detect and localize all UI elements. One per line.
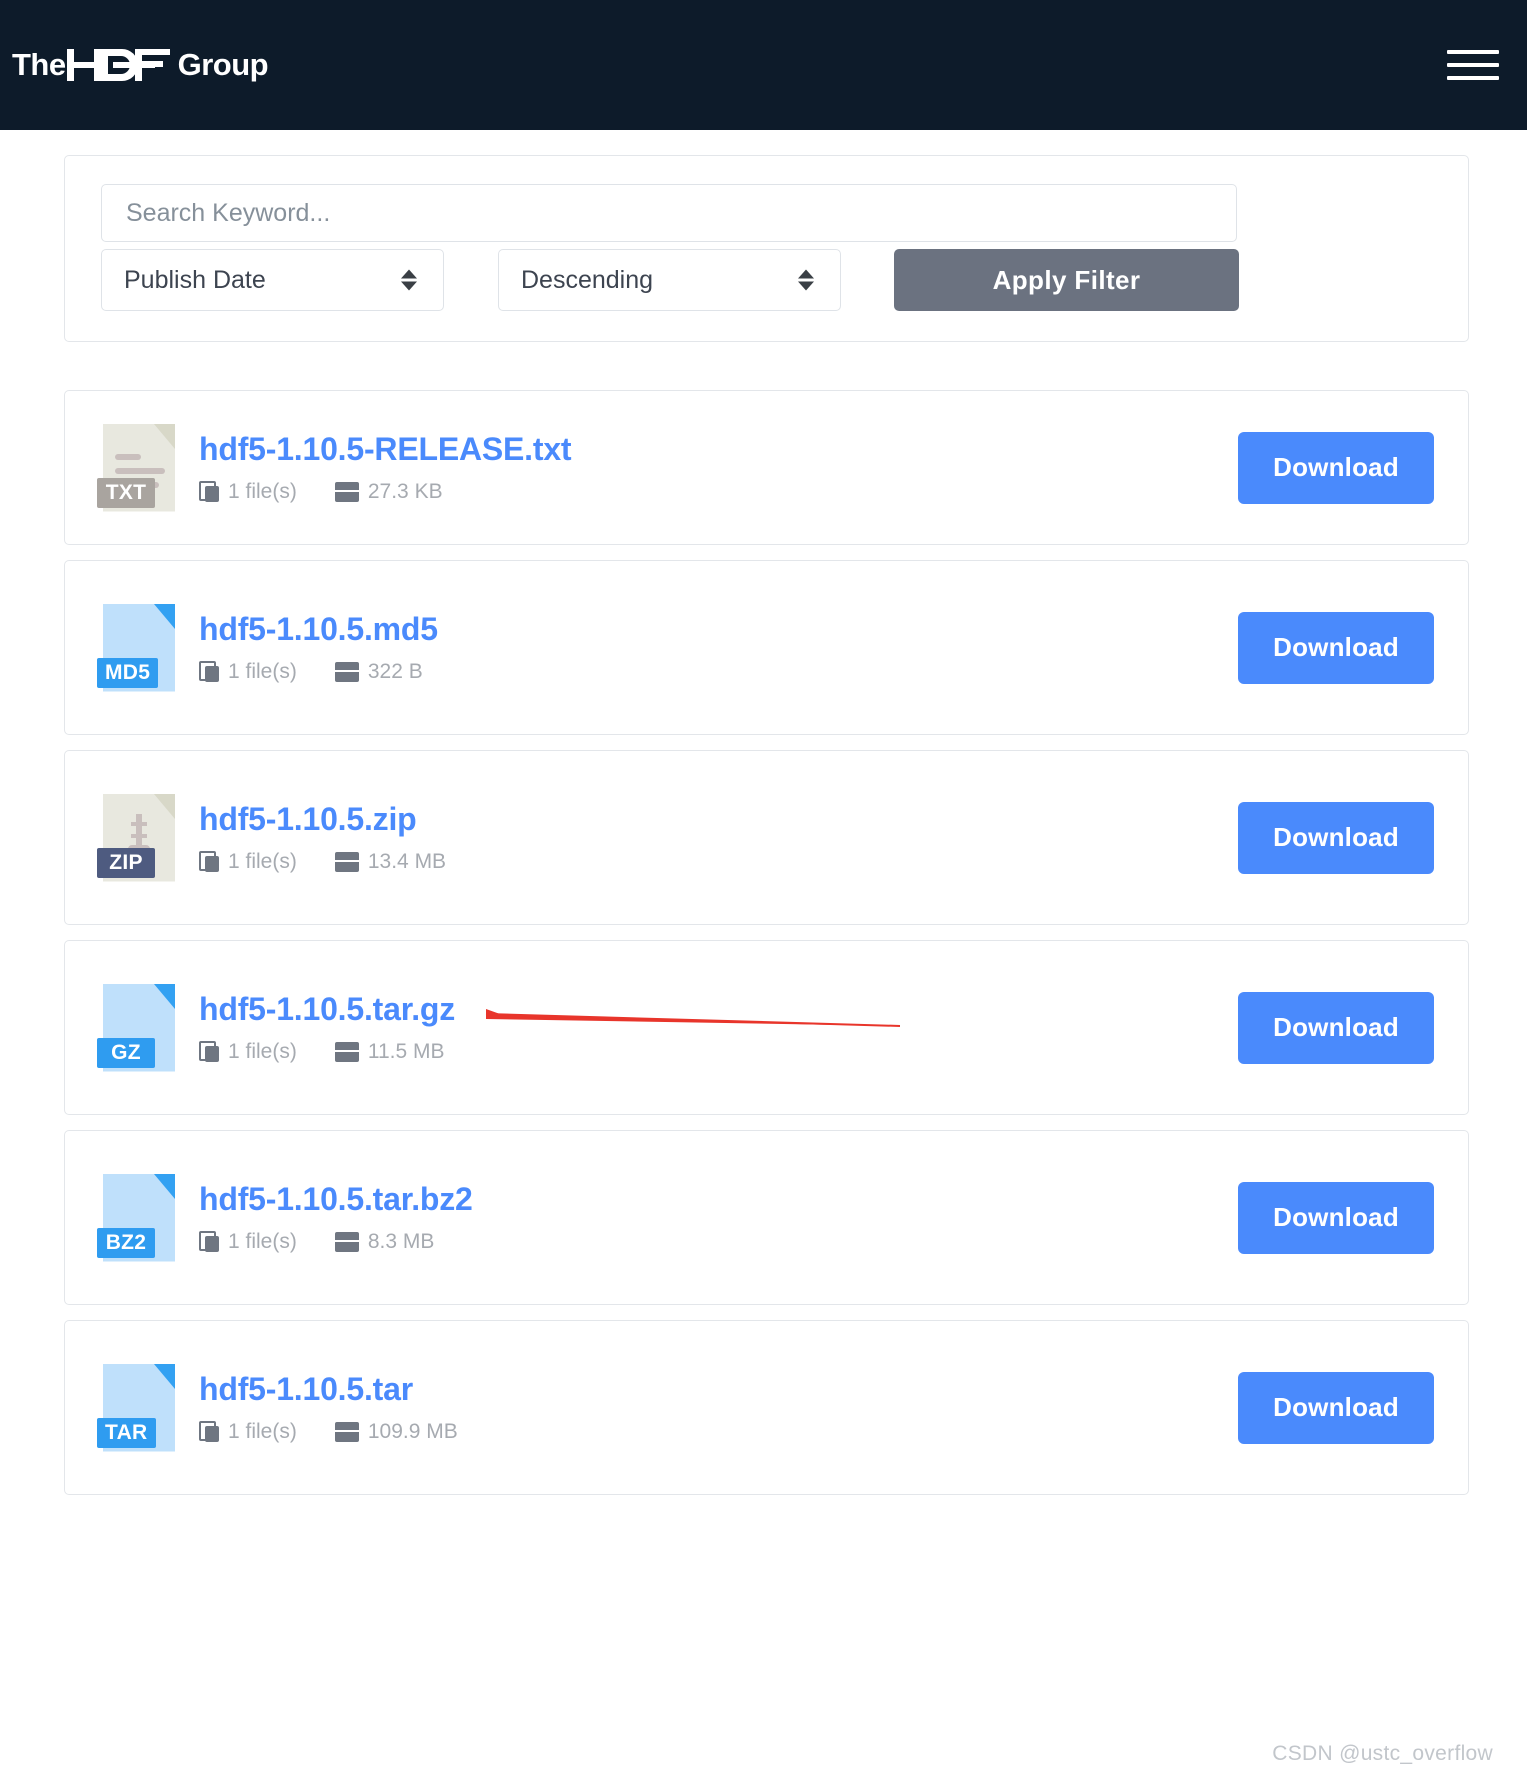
file-size-text: 13.4 MB bbox=[367, 849, 447, 873]
file-type-badge: TAR bbox=[97, 1417, 156, 1448]
file-info: hdf5-1.10.5.tar 1 file(s) 109.9 MB bbox=[199, 1371, 1238, 1444]
file-name-link[interactable]: hdf5-1.10.5.tar.bz2 bbox=[199, 1181, 1238, 1218]
file-row[interactable]: GZ hdf5-1.10.5.tar.gz 1 file(s) 11.5 MB … bbox=[64, 940, 1469, 1115]
file-size-text: 8.3 MB bbox=[367, 1229, 435, 1253]
file-name-link[interactable]: hdf5-1.10.5.zip bbox=[199, 801, 1238, 838]
logo-text-group: Group bbox=[177, 47, 269, 82]
file-row[interactable]: MD5 hdf5-1.10.5.md5 1 file(s) 322 B Down… bbox=[64, 560, 1469, 735]
file-size-meta: 13.4 MB bbox=[334, 849, 447, 874]
sort-order-value: Descending bbox=[521, 265, 654, 294]
file-count-text: 1 file(s) bbox=[228, 1419, 297, 1443]
file-size-text: 11.5 MB bbox=[367, 1039, 445, 1063]
files-icon bbox=[199, 851, 219, 873]
chevron-updown-icon bbox=[401, 269, 417, 291]
files-icon bbox=[199, 1041, 219, 1063]
drive-icon bbox=[334, 1231, 359, 1252]
drive-icon bbox=[334, 1421, 359, 1442]
file-list: TXT hdf5-1.10.5-RELEASE.txt 1 file(s) 27… bbox=[64, 390, 1469, 1495]
hamburger-menu-icon[interactable] bbox=[1447, 44, 1499, 86]
file-count-text: 1 file(s) bbox=[228, 479, 297, 503]
file-row[interactable]: TXT hdf5-1.10.5-RELEASE.txt 1 file(s) 27… bbox=[64, 390, 1469, 545]
filter-controls-row: Publish Date Descending Apply Filter bbox=[101, 249, 1432, 311]
file-size-text: 27.3 KB bbox=[367, 479, 443, 503]
file-row[interactable]: TAR hdf5-1.10.5.tar 1 file(s) 109.9 MB D… bbox=[64, 1320, 1469, 1495]
file-meta: 1 file(s) 109.9 MB bbox=[199, 1420, 1238, 1444]
logo-text-the: The bbox=[12, 47, 66, 82]
file-size-meta: 322 B bbox=[334, 659, 423, 684]
file-info: hdf5-1.10.5.zip 1 file(s) 13.4 MB bbox=[199, 801, 1238, 874]
file-count-text: 1 file(s) bbox=[228, 659, 297, 683]
drive-icon bbox=[334, 851, 359, 872]
file-type-icon-gz: GZ bbox=[97, 983, 175, 1072]
sort-field-select[interactable]: Publish Date bbox=[101, 249, 444, 311]
file-size-meta: 109.9 MB bbox=[334, 1419, 458, 1444]
file-count-text: 1 file(s) bbox=[228, 1039, 297, 1063]
download-button[interactable]: Download bbox=[1238, 991, 1434, 1064]
file-count-meta: 1 file(s) bbox=[199, 1230, 297, 1254]
file-type-badge: MD5 bbox=[97, 657, 159, 688]
file-name-link[interactable]: hdf5-1.10.5.md5 bbox=[199, 611, 1238, 648]
file-size-text: 109.9 MB bbox=[367, 1419, 458, 1443]
file-meta: 1 file(s) 13.4 MB bbox=[199, 850, 1238, 874]
file-count-meta: 1 file(s) bbox=[199, 480, 297, 504]
download-button[interactable]: Download bbox=[1238, 611, 1434, 684]
files-icon bbox=[199, 1231, 219, 1253]
site-header: The Group bbox=[0, 0, 1527, 130]
download-button[interactable]: Download bbox=[1238, 1371, 1434, 1444]
file-name-link[interactable]: hdf5-1.10.5-RELEASE.txt bbox=[199, 431, 1238, 468]
download-button[interactable]: Download bbox=[1238, 1181, 1434, 1254]
file-type-icon-tar: TAR bbox=[97, 1363, 175, 1452]
file-count-meta: 1 file(s) bbox=[199, 1040, 297, 1064]
apply-filter-button[interactable]: Apply Filter bbox=[894, 249, 1239, 311]
file-count-meta: 1 file(s) bbox=[199, 850, 297, 874]
sort-order-select[interactable]: Descending bbox=[498, 249, 841, 311]
file-type-icon-md5: MD5 bbox=[97, 603, 175, 692]
file-count-meta: 1 file(s) bbox=[199, 1420, 297, 1444]
file-meta: 1 file(s) 11.5 MB bbox=[199, 1040, 1238, 1064]
drive-icon bbox=[334, 661, 359, 682]
file-name-link[interactable]: hdf5-1.10.5.tar.gz bbox=[199, 991, 1238, 1028]
page-body: Publish Date Descending Apply Filter bbox=[0, 155, 1527, 1495]
files-icon bbox=[199, 1421, 219, 1443]
file-type-badge: BZ2 bbox=[97, 1227, 155, 1258]
filter-panel: Publish Date Descending Apply Filter bbox=[64, 155, 1469, 342]
file-info: hdf5-1.10.5.tar.gz 1 file(s) 11.5 MB bbox=[199, 991, 1238, 1064]
file-count-meta: 1 file(s) bbox=[199, 660, 297, 684]
file-row[interactable]: BZ2 hdf5-1.10.5.tar.bz2 1 file(s) 8.3 MB… bbox=[64, 1130, 1469, 1305]
drive-icon bbox=[334, 1041, 359, 1062]
file-meta: 1 file(s) 322 B bbox=[199, 660, 1238, 684]
hdf-logomark-icon bbox=[66, 45, 177, 85]
file-meta: 1 file(s) 27.3 KB bbox=[199, 480, 1238, 504]
files-icon bbox=[199, 661, 219, 683]
file-type-badge: TXT bbox=[97, 477, 155, 508]
watermark: CSDN @ustc_overflow bbox=[1272, 1742, 1493, 1765]
file-row[interactable]: ZIP hdf5-1.10.5.zip 1 file(s) 13.4 MB Do… bbox=[64, 750, 1469, 925]
file-size-meta: 11.5 MB bbox=[334, 1039, 445, 1064]
file-size-meta: 27.3 KB bbox=[334, 479, 443, 504]
file-type-icon-zip: ZIP bbox=[97, 793, 175, 882]
files-icon bbox=[199, 481, 219, 503]
file-info: hdf5-1.10.5.md5 1 file(s) 322 B bbox=[199, 611, 1238, 684]
chevron-updown-icon bbox=[798, 269, 814, 291]
file-name-link[interactable]: hdf5-1.10.5.tar bbox=[199, 1371, 1238, 1408]
file-type-badge: GZ bbox=[97, 1037, 155, 1068]
file-info: hdf5-1.10.5-RELEASE.txt 1 file(s) 27.3 K… bbox=[199, 431, 1238, 504]
search-input[interactable] bbox=[101, 184, 1237, 242]
file-size-meta: 8.3 MB bbox=[334, 1229, 435, 1254]
file-count-text: 1 file(s) bbox=[228, 1229, 297, 1253]
file-count-text: 1 file(s) bbox=[228, 849, 297, 873]
file-size-text: 322 B bbox=[367, 659, 423, 683]
file-type-icon-bz2: BZ2 bbox=[97, 1173, 175, 1262]
site-logo[interactable]: The Group bbox=[8, 45, 269, 85]
file-meta: 1 file(s) 8.3 MB bbox=[199, 1230, 1238, 1254]
download-button[interactable]: Download bbox=[1238, 431, 1434, 504]
file-type-badge: ZIP bbox=[97, 847, 155, 878]
drive-icon bbox=[334, 481, 359, 502]
file-info: hdf5-1.10.5.tar.bz2 1 file(s) 8.3 MB bbox=[199, 1181, 1238, 1254]
file-type-icon-txt: TXT bbox=[97, 423, 175, 512]
sort-field-value: Publish Date bbox=[124, 265, 266, 294]
download-button[interactable]: Download bbox=[1238, 801, 1434, 874]
